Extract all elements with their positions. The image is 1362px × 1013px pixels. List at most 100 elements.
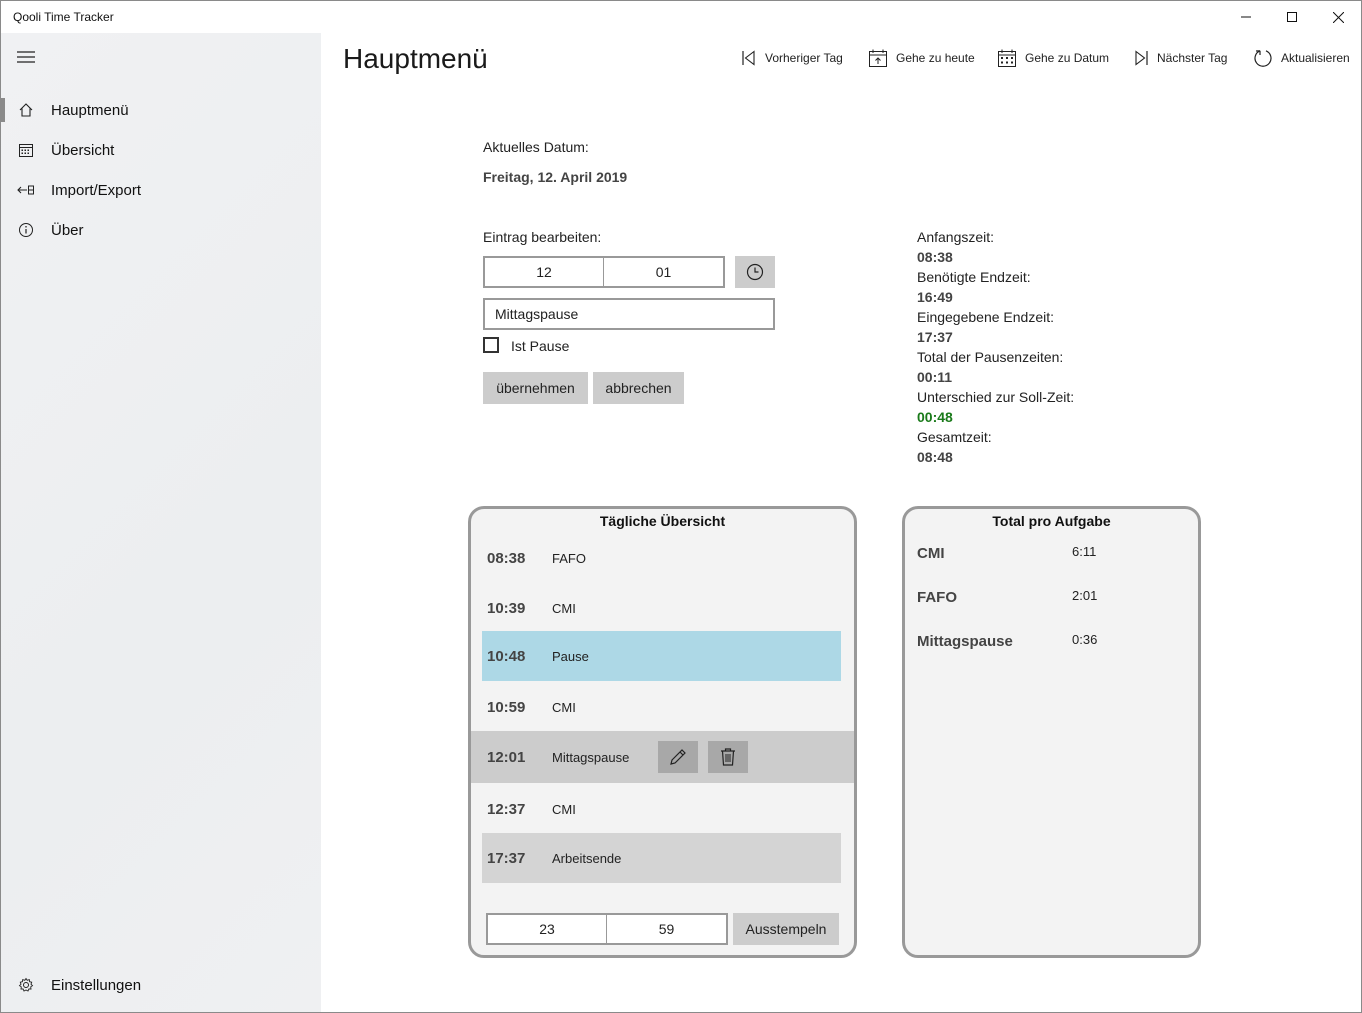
maximize-icon <box>1287 12 1297 22</box>
sidebar-item-hauptmenu[interactable]: Hauptmenü <box>1 90 321 130</box>
required-end-value: 16:49 <box>917 289 953 305</box>
entry-description: Arbeitsende <box>552 850 622 866</box>
trash-icon <box>721 748 735 766</box>
edit-minute-field[interactable]: 01 <box>603 258 723 286</box>
window-title: Qooli Time Tracker <box>13 10 114 24</box>
totals-panel: Total pro Aufgabe CMI 6:11 FAFO 2:01 Mit… <box>902 506 1201 958</box>
list-item[interactable]: 10:59 CMI <box>482 682 841 732</box>
list-item[interactable]: 12:37 CMI <box>482 784 841 834</box>
minimize-button[interactable] <box>1223 1 1269 33</box>
totals-title: Total pro Aufgabe <box>992 513 1111 529</box>
date-value: Freitag, 12. April 2019 <box>483 169 628 185</box>
task-name: CMI <box>917 545 945 562</box>
gear-icon <box>1 977 51 993</box>
go-date-label: Gehe zu Datum <box>1025 51 1110 65</box>
close-icon <box>1332 11 1344 23</box>
sidebar-item-label: Hauptmenü <box>51 101 129 119</box>
sidebar: Hauptmenü Übersicht Import/Export Über E… <box>1 33 321 1012</box>
clockout-minute-field[interactable]: 59 <box>606 915 726 943</box>
go-today-label: Gehe zu heute <box>896 51 975 65</box>
list-item[interactable]: 08:38 FAFO <box>482 533 841 583</box>
entered-end-value: 17:37 <box>917 329 953 345</box>
entry-description: FAFO <box>552 550 586 566</box>
description-input[interactable]: Mittagspause <box>483 298 775 330</box>
date-label: Aktuelles Datum: <box>483 139 589 155</box>
entry-time: 12:01 <box>487 748 526 766</box>
go-today-button[interactable]: Gehe zu heute <box>868 47 975 69</box>
task-name: Mittagspause <box>917 633 1013 650</box>
task-total: 2:01 <box>1072 588 1098 603</box>
prev-day-button[interactable]: Vorheriger Tag <box>741 47 843 69</box>
required-end-label: Benötigte Endzeit: <box>917 269 1031 285</box>
sidebar-item-ubersicht[interactable]: Übersicht <box>1 130 321 170</box>
pause-total-value: 00:11 <box>917 369 953 385</box>
edit-entry-button[interactable] <box>658 741 698 773</box>
entered-end-label: Eingegebene Endzeit: <box>917 309 1054 325</box>
refresh-icon <box>1254 50 1272 67</box>
skip-forward-icon <box>1135 50 1148 66</box>
edit-time-picker[interactable]: 12 01 <box>483 256 725 288</box>
pause-total-label: Total der Pausenzeiten: <box>917 349 1064 365</box>
clockout-time-picker[interactable]: 23 59 <box>486 913 728 945</box>
entry-description: Pause <box>552 648 589 664</box>
main-content: Hauptmenü Vorheriger Tag Gehe zu heute G… <box>321 33 1361 1012</box>
is-pause-label: Ist Pause <box>511 338 570 354</box>
current-time-button[interactable] <box>735 256 775 288</box>
info-icon <box>1 222 51 238</box>
sidebar-item-settings[interactable]: Einstellungen <box>1 965 321 1005</box>
go-date-button[interactable]: Gehe zu Datum <box>997 47 1109 69</box>
calendar-icon <box>998 49 1016 67</box>
list-item-selected[interactable]: 12:01 Mittagspause <box>471 731 854 783</box>
import-export-icon <box>1 184 51 196</box>
entry-time: 10:59 <box>487 698 526 716</box>
list-item-end[interactable]: 17:37 Arbeitsende <box>482 833 841 883</box>
sidebar-item-import-export[interactable]: Import/Export <box>1 170 321 210</box>
daily-overview-title: Tägliche Übersicht <box>599 513 726 529</box>
maximize-button[interactable] <box>1269 1 1315 33</box>
sidebar-item-label: Über <box>51 221 84 239</box>
total-time-label: Gesamtzeit: <box>917 429 992 445</box>
list-item-pause[interactable]: 10:48 Pause <box>482 631 841 681</box>
minimize-icon <box>1241 16 1251 18</box>
settings-label: Einstellungen <box>51 976 142 994</box>
edit-entry-label: Eintrag bearbeiten: <box>483 229 602 245</box>
skip-back-icon <box>742 50 755 66</box>
home-icon <box>1 102 51 118</box>
refresh-button[interactable]: Aktualisieren <box>1253 47 1350 69</box>
clockout-hour-field[interactable]: 23 <box>488 915 606 943</box>
cancel-button[interactable]: abbrechen <box>593 372 684 404</box>
prev-day-label: Vorheriger Tag <box>765 51 843 65</box>
close-button[interactable] <box>1315 1 1361 33</box>
entry-time: 17:37 <box>487 849 526 867</box>
task-name: FAFO <box>917 589 957 606</box>
task-total: 0:36 <box>1072 632 1098 647</box>
app-window: Qooli Time Tracker Hauptmenü Übersicht I… <box>0 0 1362 1013</box>
sidebar-item-uber[interactable]: Über <box>1 210 321 250</box>
daily-overview-panel: Tägliche Übersicht 08:38 FAFO 10:39 CMI … <box>468 506 857 958</box>
entry-description: Mittagspause <box>552 749 630 765</box>
next-day-label: Nächster Tag <box>1157 51 1228 65</box>
entry-time: 12:37 <box>487 800 526 818</box>
delete-entry-button[interactable] <box>708 741 748 773</box>
is-pause-checkbox[interactable] <box>483 337 499 353</box>
sidebar-item-label: Import/Export <box>51 181 142 199</box>
start-time-value: 08:38 <box>917 249 953 265</box>
list-item[interactable]: 10:39 CMI <box>482 583 841 633</box>
title-bar: Qooli Time Tracker <box>1 1 1361 33</box>
apply-button[interactable]: übernehmen <box>483 372 588 404</box>
calendar-icon <box>1 142 51 158</box>
refresh-label: Aktualisieren <box>1281 51 1350 65</box>
clock-out-button[interactable]: Ausstempeln <box>733 913 839 945</box>
difference-value: 00:48 <box>917 409 953 425</box>
entry-description: CMI <box>552 801 576 817</box>
clock-icon <box>746 263 764 281</box>
calendar-today-icon <box>869 49 887 67</box>
entry-description: CMI <box>552 699 576 715</box>
start-time-label: Anfangszeit: <box>917 229 995 245</box>
edit-hour-field[interactable]: 12 <box>485 258 603 286</box>
hamburger-menu-icon[interactable] <box>17 51 35 63</box>
total-time-value: 08:48 <box>917 449 953 465</box>
next-day-button[interactable]: Nächster Tag <box>1133 47 1227 69</box>
sidebar-item-label: Übersicht <box>51 141 115 159</box>
page-title: Hauptmenü <box>343 43 488 74</box>
